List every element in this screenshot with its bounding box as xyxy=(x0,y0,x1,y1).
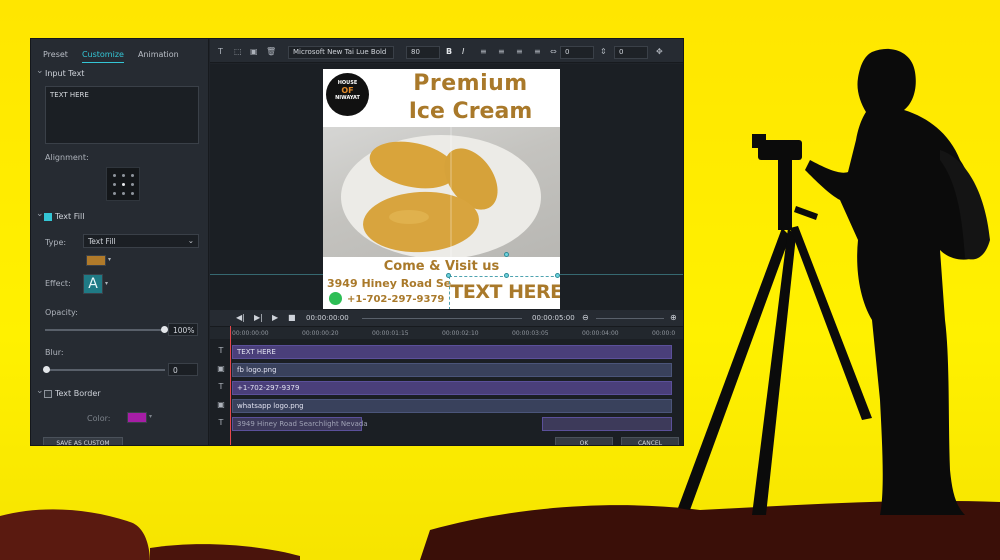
tab-customize[interactable]: Customize xyxy=(81,50,124,63)
previous-frame-icon[interactable]: ◀| xyxy=(236,313,245,322)
bold-button[interactable]: B xyxy=(446,47,452,56)
phone-text: +1-702-297-9379 xyxy=(347,294,445,305)
title-settings-panel: Preset Customize Animation Input Text TE… xyxy=(31,39,209,445)
selected-text-overlay[interactable]: TEXT HERE xyxy=(449,276,560,309)
delete-icon[interactable]: 🗑 xyxy=(266,47,276,56)
text-fill-section-header: Text Fill xyxy=(31,207,209,224)
zoom-in-icon[interactable]: ⊕ xyxy=(670,313,677,322)
fill-type-value: Text Fill xyxy=(88,237,116,246)
crop-icon[interactable]: ⬚ xyxy=(234,47,242,56)
chevron-down-icon: ⌄ xyxy=(187,236,194,245)
alignment-grid-control[interactable] xyxy=(106,167,140,201)
fill-type-dropdown[interactable]: Text Fill ⌄ xyxy=(83,234,199,248)
tab-preset[interactable]: Preset xyxy=(43,50,68,63)
blur-value-field[interactable]: 0 xyxy=(168,363,198,376)
effect-label: Effect: xyxy=(45,279,71,288)
text-fill-label: Text Fill xyxy=(55,212,85,221)
timeline-ruler[interactable]: 00:00:00:00 00:00:00:20 00:00:01:15 00:0… xyxy=(210,326,683,339)
zoom-out-icon[interactable]: ⊖ xyxy=(582,313,589,322)
image-track-icon: ▣ xyxy=(217,400,225,409)
resize-handle[interactable] xyxy=(504,273,509,278)
tab-animation[interactable]: Animation xyxy=(138,50,179,63)
text-border-section-header: Text Border xyxy=(31,384,209,401)
line-spacing-field[interactable]: 0 xyxy=(614,46,648,59)
zoom-slider[interactable] xyxy=(596,318,664,319)
input-text-field[interactable]: TEXT HERE xyxy=(45,86,199,144)
mango-photo xyxy=(323,127,560,259)
letter-spacing-field[interactable]: 0 xyxy=(560,46,594,59)
ok-button[interactable]: OK xyxy=(555,437,613,445)
alignment-label: Alignment: xyxy=(45,153,89,162)
opacity-slider-track[interactable] xyxy=(45,329,165,331)
text-formatting-toolbar: T ⬚ ▣ 🗑 Microsoft New Tai Lue Bold 80 B … xyxy=(210,39,683,63)
italic-button[interactable]: I xyxy=(462,47,464,56)
text-effect-button[interactable]: A xyxy=(83,274,103,294)
fill-color-swatch[interactable] xyxy=(86,255,106,266)
text-track-icon: T xyxy=(218,382,224,391)
whatsapp-icon xyxy=(329,292,342,305)
timeline-clip[interactable]: 3949 Hiney Road Searchlight Nevada xyxy=(232,417,368,431)
save-as-custom-button[interactable]: SAVE AS CUSTOM xyxy=(43,437,123,445)
color-dropdown-icon[interactable]: ▾ xyxy=(108,256,111,263)
text-track-icon: T xyxy=(218,346,224,355)
text-border-label: Text Border xyxy=(55,389,101,398)
rotate-handle[interactable] xyxy=(504,252,509,257)
font-size-dropdown[interactable]: 80 xyxy=(406,46,440,59)
opacity-slider-knob[interactable] xyxy=(161,326,168,333)
text-fill-checkbox[interactable] xyxy=(44,213,52,221)
play-icon[interactable]: ▶ xyxy=(272,313,278,322)
opacity-label: Opacity: xyxy=(45,308,78,317)
stop-icon[interactable]: ■ xyxy=(288,313,296,322)
video-editor-window: Preset Customize Animation Input Text TE… xyxy=(30,38,684,446)
timeline-clip[interactable]: whatsapp logo.png xyxy=(232,399,672,413)
input-text-section-header[interactable]: Input Text xyxy=(31,64,209,81)
timeline-clip[interactable] xyxy=(542,417,672,431)
line-spacing-icon: ⇕ xyxy=(600,47,607,56)
current-time: 00:00:00:00 xyxy=(306,314,349,322)
text-track-icon: T xyxy=(218,418,224,427)
timeline-tracks: T TEXT HERE ▣ fb logo.png T +1-702-297-9… xyxy=(210,326,683,445)
play-pause-icon[interactable]: ▶| xyxy=(254,313,263,322)
blur-label: Blur: xyxy=(45,348,64,357)
border-color-label: Color: xyxy=(87,414,111,423)
come-visit-text: Come & Visit us xyxy=(383,259,500,274)
playhead[interactable] xyxy=(230,326,231,445)
border-color-swatch[interactable] xyxy=(127,412,147,423)
letter-spacing-icon: ⇔ xyxy=(550,47,557,56)
house-of-niwayat-logo: HOUSE OF NIWAYAT xyxy=(326,73,369,116)
poster-title-line1: Premium xyxy=(413,71,528,96)
text-border-checkbox[interactable] xyxy=(44,390,52,398)
timeline-clip[interactable]: +1-702-297-9379 xyxy=(232,381,672,395)
preview-area: HOUSE OF NIWAYAT Premium Ice Cream Come … xyxy=(210,64,683,310)
text-tool-icon[interactable]: T xyxy=(218,47,223,56)
total-time: 00:00:05:00 xyxy=(532,314,575,322)
settings-tabs: Preset Customize Animation xyxy=(31,39,209,63)
timeline-clip[interactable]: TEXT HERE xyxy=(232,345,672,359)
image-layer-icon[interactable]: ▣ xyxy=(250,47,258,56)
align-right-icon[interactable]: ≡ xyxy=(516,47,523,56)
align-center-icon[interactable]: ≡ xyxy=(498,47,505,56)
align-left-icon[interactable]: ≡ xyxy=(480,47,487,56)
blur-slider-track[interactable] xyxy=(45,369,165,371)
poster-title-line2: Ice Cream xyxy=(408,99,533,124)
poster-canvas[interactable]: HOUSE OF NIWAYAT Premium Ice Cream Come … xyxy=(323,69,560,309)
opacity-value-field[interactable]: 100% xyxy=(168,323,198,336)
type-label: Type: xyxy=(45,238,67,247)
timeline-clip[interactable]: fb logo.png xyxy=(232,363,672,377)
blur-slider-knob[interactable] xyxy=(43,366,50,373)
image-track-icon: ▣ xyxy=(217,364,225,373)
effect-dropdown-icon[interactable]: ▾ xyxy=(105,280,108,287)
cancel-button[interactable]: CANCEL xyxy=(621,437,679,445)
border-color-dropdown-icon[interactable]: ▾ xyxy=(149,413,152,420)
justify-icon[interactable]: ≡ xyxy=(534,47,541,56)
playback-scrubber[interactable] xyxy=(362,318,522,319)
resize-handle[interactable] xyxy=(555,273,560,278)
playback-controls: ◀| ▶| ▶ ■ 00:00:00:00 00:00:05:00 ⊖ ⊕ xyxy=(210,310,683,326)
address-text: 3949 Hiney Road Se xyxy=(327,277,452,290)
resize-handle[interactable] xyxy=(446,273,451,278)
font-family-dropdown[interactable]: Microsoft New Tai Lue Bold xyxy=(288,46,394,59)
position-icon[interactable]: ✥ xyxy=(656,47,663,56)
